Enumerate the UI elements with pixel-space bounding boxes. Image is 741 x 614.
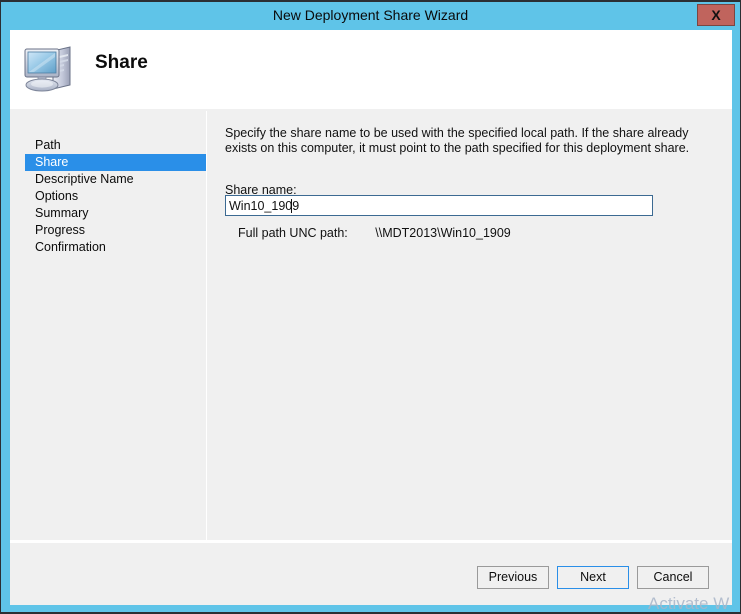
unc-path-value: \\MDT2013\Win10_1909 [375, 226, 511, 240]
window-title: New Deployment Share Wizard [272, 7, 469, 23]
wizard-header: Share [10, 30, 732, 109]
cancel-button[interactable]: Cancel [637, 566, 709, 589]
content-panel: Specify the share name to be used with t… [214, 109, 732, 540]
previous-button[interactable]: Previous [477, 566, 549, 589]
sidebar-divider [206, 111, 207, 540]
page-title: Share [95, 52, 148, 73]
next-button[interactable]: Next [557, 566, 629, 589]
sidebar-item-descriptive-name[interactable]: Descriptive Name [25, 171, 206, 188]
sidebar-item-summary[interactable]: Summary [25, 205, 206, 222]
sidebar-item-confirmation[interactable]: Confirmation [25, 239, 206, 256]
unc-path-row: Full path UNC path: \\MDT2013\Win10_1909 [238, 226, 718, 240]
sidebar-item-path[interactable]: Path [25, 137, 206, 154]
instructions-text: Specify the share name to be used with t… [225, 126, 690, 155]
sidebar-item-progress[interactable]: Progress [25, 222, 206, 239]
text-caret [291, 199, 292, 213]
unc-path-label: Full path UNC path: [238, 226, 348, 240]
sidebar-item-share[interactable]: Share [25, 154, 206, 171]
wizard-window: New Deployment Share Wizard X Share Path… [0, 0, 741, 614]
title-bar: New Deployment Share Wizard X [1, 2, 740, 29]
step-navigation: Path Share Descriptive Name Options Summ… [10, 109, 206, 540]
share-name-input[interactable] [225, 195, 653, 216]
wizard-body: Path Share Descriptive Name Options Summ… [10, 109, 732, 605]
close-icon[interactable]: X [697, 4, 735, 26]
sidebar-item-options[interactable]: Options [25, 188, 206, 205]
button-bar: Previous Next Cancel [10, 543, 732, 605]
computer-icon [20, 38, 82, 100]
